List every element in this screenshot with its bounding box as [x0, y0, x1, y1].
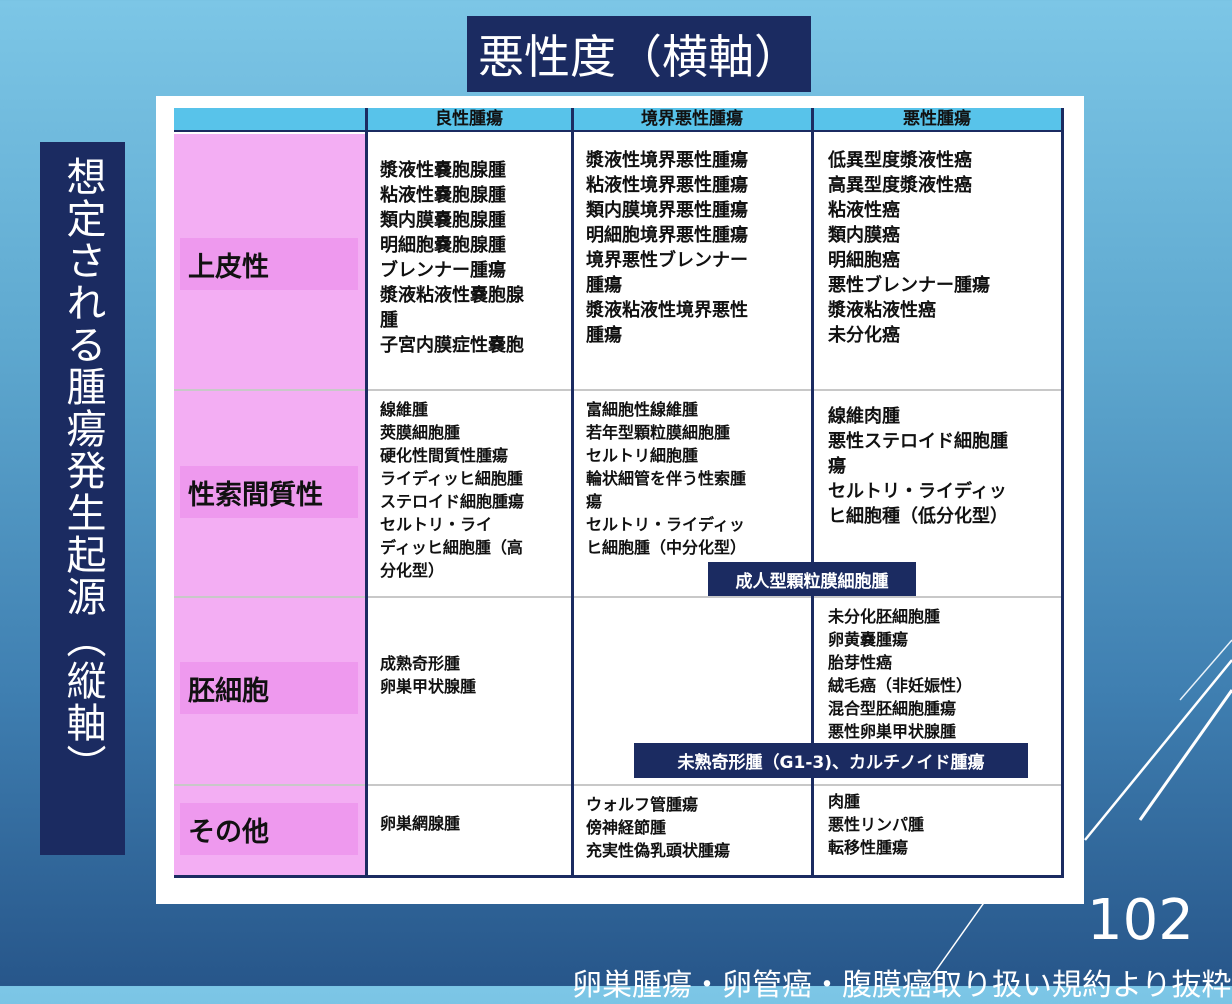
row-label-germ-cell: 胚細胞	[180, 662, 358, 714]
cell-sexcord-malignant: 線維肉腫 悪性ステロイド細胞腫 瘍 セルトリ・ライディッ ヒ細胞種（低分化型）	[828, 406, 1008, 527]
row-label-sex-cord-stromal: 性索間質性	[180, 466, 358, 518]
page-title: 悪性度（横軸）	[467, 16, 811, 92]
cell-germcell-benign: 成熟奇形腫 卵巣甲状腺腫	[380, 654, 477, 696]
side-axis-label: 想定される腫瘍発生起源（縦軸）	[40, 142, 125, 855]
row-divider	[174, 784, 1062, 786]
column-divider	[571, 108, 574, 876]
cell-sexcord-benign: 線維腫 莢膜細胞腫 硬化性間質性腫瘍 ライディッヒ細胞腫 ステロイド細胞腫瘍 セ…	[380, 400, 525, 580]
banner-immature-teratoma: 未熟奇形腫（G1-3)、カルチノイド腫瘍	[634, 743, 1028, 778]
cell-epithelial-malignant: 低異型度漿液性癌 高異型度漿液性癌 粘液性癌 類内膜癌 明細胞癌 悪性ブレンナー…	[828, 150, 990, 346]
column-divider	[365, 108, 368, 876]
header-borderline: 境界悪性腫瘍	[572, 108, 812, 132]
banner-adult-granulosa: 成人型顆粒膜細胞腫	[708, 562, 916, 596]
cell-other-borderline: ウォルフ管腫瘍 傍神経節腫 充実性偽乳頭状腫瘍	[586, 795, 731, 860]
row-divider	[174, 596, 1062, 598]
cell-epithelial-borderline: 漿液性境界悪性腫瘍 粘液性境界悪性腫瘍 類内膜境界悪性腫瘍 明細胞境界悪性腫瘍 …	[586, 150, 748, 346]
cell-other-malignant: 肉腫 悪性リンパ腫 転移性腫瘍	[828, 792, 925, 857]
cell-epithelial-benign: 漿液性嚢胞腺腫 粘液性嚢胞腺腫 類内膜嚢胞腺腫 明細胞嚢胞腺腫 ブレンナー腫瘍 …	[380, 160, 524, 356]
cell-germcell-malignant: 未分化胚細胞腫 卵黄嚢腫瘍 胎芽性癌 絨毛癌（非妊娠性） 混合型胚細胞腫瘍 悪性…	[828, 607, 973, 741]
page-number: 102	[1087, 888, 1194, 953]
cell-sexcord-borderline: 富細胞性線維腫 若年型顆粒膜細胞腫 セルトリ細胞腫 輪状細管を伴う性索腫 瘍 セ…	[586, 400, 747, 557]
table-bottom-border	[174, 875, 1064, 878]
tumor-table: 良性腫瘍 境界悪性腫瘍 悪性腫瘍 上皮性 性索間質性 胚細胞 その他 漿液性嚢胞…	[156, 96, 1084, 904]
row-divider	[174, 389, 1062, 391]
row-label-epithelial: 上皮性	[180, 238, 358, 290]
header-malignant: 悪性腫瘍	[812, 108, 1062, 132]
row-label-other: その他	[180, 803, 358, 855]
header-benign: 良性腫瘍	[366, 108, 572, 132]
cell-other-benign: 卵巣網腺腫	[380, 814, 461, 833]
source-footer: 卵巣腫瘍・卵管癌・腹膜癌取り扱い規約より抜粋	[572, 968, 1232, 1003]
table-header-corner	[174, 108, 366, 132]
column-divider	[1061, 108, 1064, 876]
